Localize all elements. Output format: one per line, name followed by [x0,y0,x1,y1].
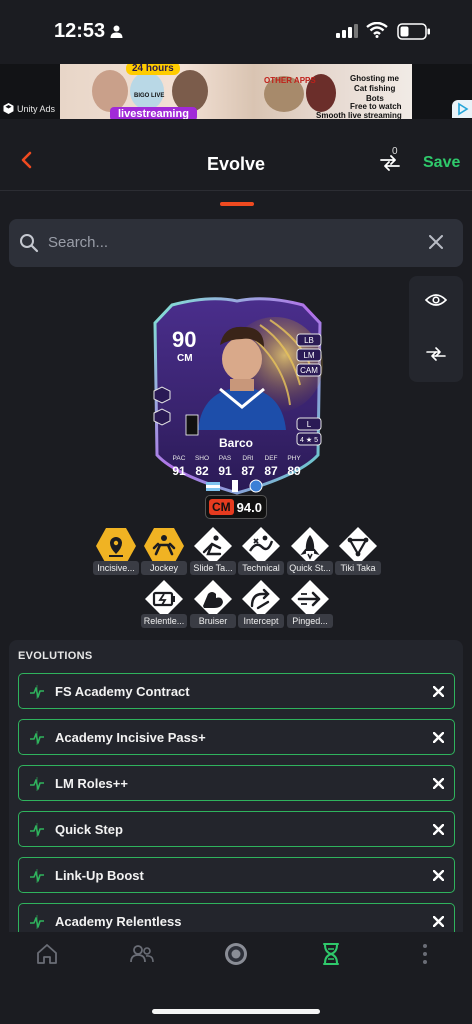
card-foot: L [307,420,312,429]
evolutions-panel: EVOLUTIONS FS Academy Contract Academy I… [9,640,463,940]
remove-icon[interactable] [433,870,444,881]
evolution-label: Quick Step [55,822,123,837]
more-icon[interactable] [418,942,432,966]
stat-value-pas: 91 [218,464,232,478]
card-rating: 90 [172,327,196,352]
stat-value-def: 87 [264,464,278,478]
app-header: Evolve 0 Save [0,119,472,191]
remove-icon[interactable] [433,686,444,697]
search-input[interactable]: Search... [48,234,108,251]
card-position: CM [177,353,193,364]
ad-text-free: Free to watch [350,102,402,111]
stat-value-phy: 89 [287,464,301,478]
search-icon [20,234,39,253]
compare-button[interactable] [378,153,402,173]
remove-icon[interactable] [433,778,444,789]
ad-image[interactable]: 24 hours BIGO LIVE livestreaming OTHER A… [60,64,412,119]
evolution-label: FS Academy Contract [55,684,190,699]
search-bar[interactable]: Search... [9,219,463,267]
evolution-nav-icon[interactable] [320,942,342,966]
ad-face-1 [92,70,128,112]
status-time: 12:53 [54,20,106,42]
card-player-name: Barco [219,436,253,450]
evolutions-title: EVOLUTIONS [18,650,93,662]
evolution-label: Academy Relentless [55,914,182,929]
compare-icon[interactable] [425,346,447,362]
home-indicator [152,1009,320,1014]
save-button[interactable]: Save [423,154,460,172]
card-skill-weakfoot: 4 ★ 5 [300,436,318,444]
unity-ads-label: Unity Ads [3,103,55,114]
evolution-icon [30,823,44,837]
ad-text-smooth: Smooth live streaming [316,111,402,119]
cellular-signal-icon [336,24,358,38]
compare-count-badge: 0 [392,146,398,157]
stat-value-sho: 82 [195,464,209,478]
side-action-panel [409,276,463,382]
evolution-item[interactable]: FS Academy Contract [18,673,455,709]
evolution-icon [30,731,44,745]
card-alt-position-1: LB [304,336,314,345]
stat-label-pas: PAS [219,455,232,462]
people-icon[interactable] [129,942,155,966]
evolution-icon [30,869,44,883]
evolution-label: Academy Incisive Pass+ [55,730,206,745]
wifi-icon [366,22,388,38]
ad-text-catfishing: Cat fishing [354,84,396,93]
ad-text-livestreaming: livestreaming [110,107,197,119]
player-card[interactable]: 90 CM LB LM CAM L 4 ★ 5 Barco PAC SHO PA… [150,295,325,495]
eye-icon[interactable] [425,293,447,307]
home-icon[interactable] [35,942,59,966]
evolution-item[interactable]: Link-Up Boost [18,857,455,893]
stat-label-phy: PHY [287,455,301,462]
position-rating-label: CM [209,499,234,515]
status-bar: 12:53 [0,0,472,64]
ad-text-other-apps: OTHER APPS [264,76,316,85]
remove-icon[interactable] [433,824,444,835]
position-rating-badge: CM 94.0 [205,495,267,519]
card-alt-position-3: CAM [300,366,318,375]
ad-face-2 [130,72,164,110]
evolution-label: LM Roles++ [55,776,128,791]
stat-label-dri: DRI [242,455,253,462]
evolution-icon [30,685,44,699]
stat-value-dri: 87 [241,464,255,478]
stat-label-pac: PAC [173,455,186,462]
remove-icon[interactable] [433,916,444,927]
club-icon[interactable] [224,942,248,966]
remove-icon[interactable] [433,732,444,743]
unity-logo-icon [3,103,14,114]
ad-text-ghosting: Ghosting me [350,74,399,83]
evolution-icon [30,915,44,929]
person-icon [110,25,123,38]
position-rating-value: 94.0 [236,499,262,515]
adchoices-icon[interactable] [452,100,472,118]
ad-face-3 [172,70,208,112]
ad-text-bigo: BIGO LIVE [134,93,165,99]
tab-indicator [220,202,254,206]
clear-search-icon[interactable] [429,235,443,249]
evolution-item[interactable]: Quick Step [18,811,455,847]
battery-icon [397,23,430,40]
stat-label-sho: SHO [195,455,209,462]
evolution-item[interactable]: LM Roles++ [18,765,455,801]
ad-text-24h: 24 hours [126,64,180,75]
stat-value-pac: 91 [172,464,186,478]
stat-label-def: DEF [265,455,278,462]
evolution-item[interactable]: Academy Incisive Pass+ [18,719,455,755]
card-alt-position-2: LM [303,351,314,360]
evolution-label: Link-Up Boost [55,868,144,883]
evolution-icon [30,777,44,791]
